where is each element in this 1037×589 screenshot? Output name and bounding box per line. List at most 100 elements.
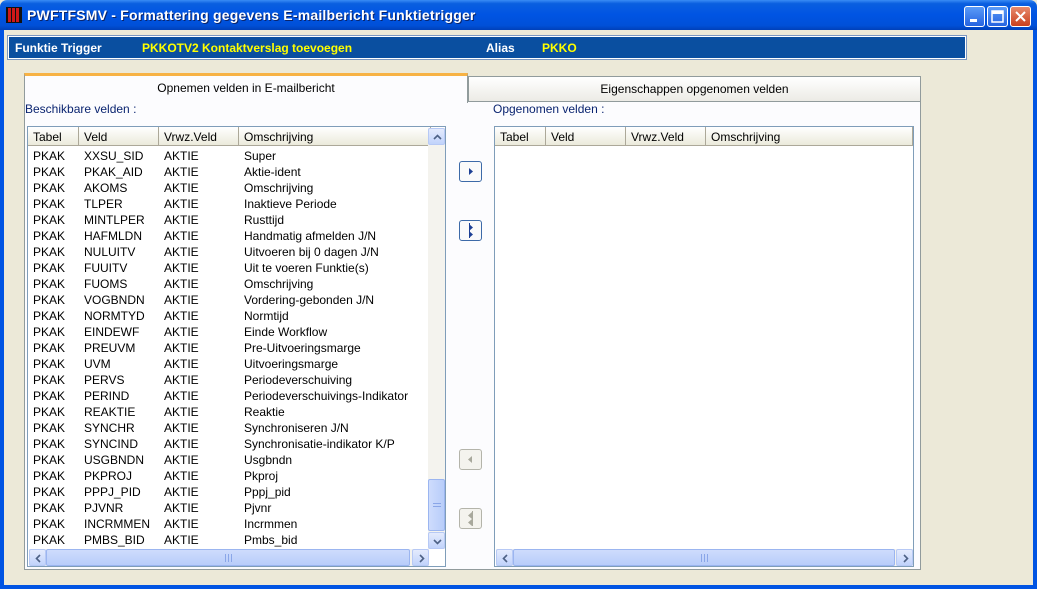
cell-vrwz-veld: AKTIE (164, 229, 199, 243)
cell-tabel: PKAK (33, 245, 66, 259)
table-row[interactable]: PKAK SYNCHR AKTIE Synchroniseren J/N (28, 420, 431, 436)
cell-vrwz-veld: AKTIE (164, 261, 199, 275)
scroll-left-button[interactable] (496, 549, 513, 566)
table-row[interactable]: PKAK PKAK_AID AKTIE Aktie-ident (28, 164, 431, 180)
cell-omschrijving: Uit te voeren Funktie(s) (244, 261, 369, 275)
cell-vrwz-veld: AKTIE (164, 517, 199, 531)
double-arrow-left-icon (468, 511, 473, 526)
add-all-button[interactable] (459, 220, 482, 241)
cell-tabel: PKAK (33, 533, 66, 547)
cell-vrwz-veld: AKTIE (164, 293, 199, 307)
cell-tabel: PKAK (33, 357, 66, 371)
chevron-up-icon (433, 134, 442, 140)
column-header-omschrijving[interactable]: Omschrijving (706, 127, 913, 146)
cell-omschrijving: Synchroniseren J/N (244, 421, 349, 435)
table-row[interactable]: PKAK HAFMLDN AKTIE Handmatig afmelden J/N (28, 228, 431, 244)
cell-omschrijving: Normtijd (244, 309, 289, 323)
scroll-right-button[interactable] (896, 549, 913, 566)
cell-tabel: PKAK (33, 325, 66, 339)
column-header-omschrijving[interactable]: Omschrijving (239, 127, 431, 146)
table-row[interactable]: PKAK UVM AKTIE Uitvoeringsmarge (28, 356, 431, 372)
cell-veld: UVM (84, 357, 111, 371)
table-row[interactable]: PKAK VOGBNDN AKTIE Vordering-gebonden J/N (28, 292, 431, 308)
cell-veld: TLPER (84, 197, 123, 211)
cell-tabel: PKAK (33, 437, 66, 451)
chevron-left-icon (502, 554, 508, 563)
cell-vrwz-veld: AKTIE (164, 341, 199, 355)
cell-veld: INCRMMEN (84, 517, 150, 531)
table-row[interactable]: PKAK AKOMS AKTIE Omschrijving (28, 180, 431, 196)
column-header-tabel[interactable]: Tabel (495, 127, 546, 146)
cell-omschrijving: Usgbndn (244, 453, 293, 467)
available-fields-grid[interactable]: Tabel Veld Vrwz.Veld Omschrijving PKAK XX… (27, 126, 446, 567)
cell-vrwz-veld: AKTIE (164, 165, 199, 179)
cell-veld: NORMTYD (84, 309, 145, 323)
cell-vrwz-veld: AKTIE (164, 277, 199, 291)
cell-tabel: PKAK (33, 277, 66, 291)
cell-veld: PPPJ_PID (84, 485, 141, 499)
table-row[interactable]: PKAK PERIND AKTIE Periodeverschuivings-Indi… (28, 388, 431, 404)
table-row[interactable]: PKAK USGBNDN AKTIE Usgbndn (28, 452, 431, 468)
scroll-up-button[interactable] (428, 128, 445, 145)
table-row[interactable]: PKAK EINDEWF AKTIE Einde Workflow (28, 324, 431, 340)
cell-omschrijving: Pre-Uitvoeringsmarge (244, 341, 361, 355)
cell-vrwz-veld: AKTIE (164, 501, 199, 515)
cell-vrwz-veld: AKTIE (164, 453, 199, 467)
cell-tabel: PKAK (33, 469, 66, 483)
scroll-right-button[interactable] (412, 549, 429, 566)
cell-tabel: PKAK (33, 389, 66, 403)
table-row[interactable]: PKAK PREUVM AKTIE Pre-Uitvoeringsmarge (28, 340, 431, 356)
table-row[interactable]: PKAK FUOMS AKTIE Omschrijving (28, 276, 431, 292)
table-row[interactable]: PKAK FUUITV AKTIE Uit te voeren Funktie(s) (28, 260, 431, 276)
cell-tabel: PKAK (33, 517, 66, 531)
column-header-veld[interactable]: Veld (79, 127, 159, 146)
cell-veld: PMBS_BID (84, 533, 145, 547)
table-row[interactable]: PKAK PPPJ_PID AKTIE Pppj_pid (28, 484, 431, 500)
available-vertical-scrollbar[interactable] (428, 128, 445, 549)
selected-fields-grid[interactable]: Tabel Veld Vrwz.Veld Omschrijving (494, 126, 914, 567)
cell-vrwz-veld: AKTIE (164, 325, 199, 339)
cell-tabel: PKAK (33, 293, 66, 307)
alias-value: PKKO (542, 41, 577, 55)
horizontal-scroll-thumb[interactable] (46, 549, 410, 566)
tab-field-properties[interactable]: Eigenschappen opgenomen velden (468, 76, 921, 101)
selected-horizontal-scrollbar[interactable] (496, 549, 913, 566)
scroll-down-button[interactable] (428, 532, 445, 549)
cell-tabel: PKAK (33, 229, 66, 243)
table-row[interactable]: PKAK MINTLPER AKTIE Rusttijd (28, 212, 431, 228)
close-button[interactable] (1010, 6, 1031, 27)
table-row[interactable]: PKAK TLPER AKTIE Inaktieve Periode (28, 196, 431, 212)
column-header-vrwz-veld[interactable]: Vrwz.Veld (626, 127, 706, 146)
column-header-vrwz-veld[interactable]: Vrwz.Veld (159, 127, 239, 146)
maximize-button[interactable] (987, 6, 1008, 27)
function-trigger-label: Funktie Trigger (15, 41, 102, 55)
table-row[interactable]: PKAK PJVNR AKTIE Pjvnr (28, 500, 431, 516)
cell-omschrijving: Periodeverschuiving (244, 373, 353, 387)
scroll-left-button[interactable] (29, 549, 46, 566)
remove-selected-button[interactable] (459, 449, 482, 470)
minimize-button[interactable] (964, 6, 985, 27)
table-row[interactable]: PKAK PMBS_BID AKTIE Pmbs_bid (28, 532, 431, 548)
table-row[interactable]: PKAK SYNCIND AKTIE Synchronisatie-indikator… (28, 436, 431, 452)
remove-all-button[interactable] (459, 508, 482, 529)
horizontal-scroll-thumb[interactable] (513, 549, 895, 566)
vertical-scroll-thumb[interactable] (428, 479, 445, 531)
table-row[interactable]: PKAK NULUITV AKTIE Uitvoeren bij 0 dagen J/… (28, 244, 431, 260)
table-row[interactable]: PKAK REAKTIE AKTIE Reaktie (28, 404, 431, 420)
add-selected-button[interactable] (459, 161, 482, 182)
cell-omschrijving: Pkproj (244, 469, 279, 483)
table-row[interactable]: PKAK PERVS AKTIE Periodeverschuiving (28, 372, 431, 388)
available-horizontal-scrollbar[interactable] (29, 549, 429, 566)
table-row[interactable]: PKAK INCRMMEN AKTIE Incrmmen (28, 516, 431, 532)
window-frame-left (0, 30, 4, 589)
table-row[interactable]: PKAK NORMTYD AKTIE Normtijd (28, 308, 431, 324)
column-header-tabel[interactable]: Tabel (28, 127, 79, 146)
table-row[interactable]: PKAK XXSU_SID AKTIE Super (28, 148, 431, 164)
tab-fields-in-email[interactable]: Opnemen velden in E-mailbericht (24, 73, 468, 103)
cell-veld: FUUITV (84, 261, 128, 275)
cell-veld: PKAK_AID (84, 165, 143, 179)
column-header-veld[interactable]: Veld (546, 127, 626, 146)
cell-omschrijving: Pppj_pid (244, 485, 291, 499)
table-row[interactable]: PKAK PKPROJ AKTIE Pkproj (28, 468, 431, 484)
window-title-bar[interactable]: PWFTFSMV - Formattering gegevens E-mailb… (0, 0, 1037, 30)
